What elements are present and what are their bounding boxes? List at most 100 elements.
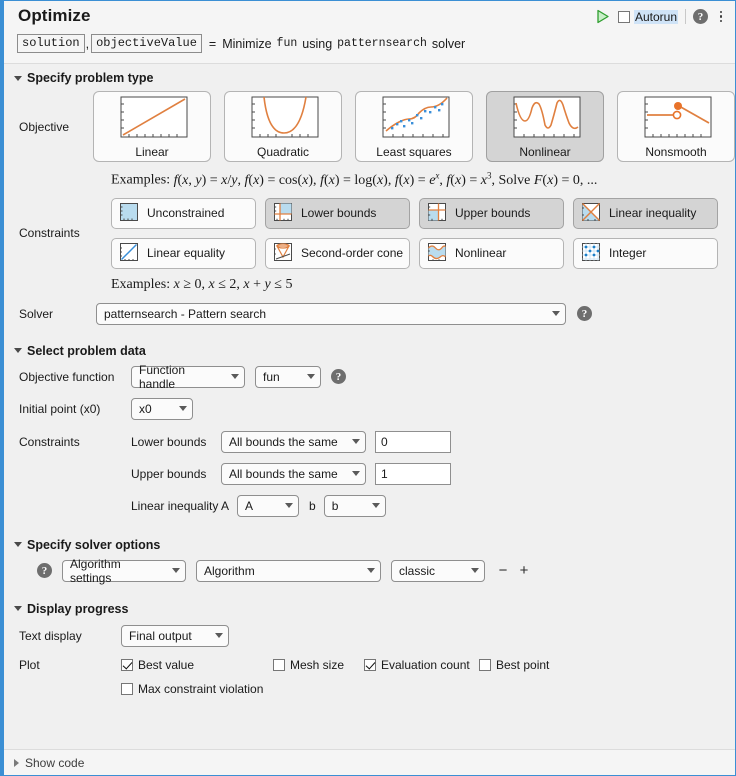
objective-function-value: fun bbox=[263, 369, 280, 384]
plot-checkbox-evaluation-count-box[interactable] bbox=[364, 658, 376, 671]
plot-checkbox-label: Max constraint violation bbox=[138, 681, 264, 696]
objective-tile-label: Nonlinear bbox=[519, 144, 571, 159]
option-group-dropdown[interactable]: Algorithm settings bbox=[62, 556, 186, 585]
objective-function-type-dropdown[interactable]: Function handle bbox=[131, 363, 245, 391]
autorun-checkbox[interactable]: Autorun bbox=[617, 9, 678, 24]
section-specify-problem-type[interactable]: Specify problem type bbox=[4, 64, 735, 87]
option-value-dropdown[interactable]: classic bbox=[391, 559, 485, 582]
plot-checkbox-best-value[interactable]: Best value bbox=[121, 658, 273, 672]
lower-bounds-input[interactable]: 0 bbox=[375, 430, 451, 453]
constraints-examples-formula: x ≥ 0, x ≤ 2, x + y ≤ 5 bbox=[173, 276, 293, 292]
summary-verb: Minimize bbox=[222, 36, 272, 51]
option-name-dropdown[interactable]: Algorithm bbox=[196, 559, 381, 582]
objective-examples-formula: f(x, y) = x/y, f(x) = cos(x), f(x) = log… bbox=[173, 170, 598, 188]
solver-row: Solver patternsearch - Pattern search ? bbox=[4, 302, 735, 325]
chevron-down-icon bbox=[215, 633, 223, 639]
plot-checkbox-best-value-box[interactable] bbox=[121, 658, 133, 671]
option-group-value: Algorithm settings bbox=[70, 556, 121, 585]
optimize-live-task: Optimize Autorun ? solution , objectiveV… bbox=[0, 0, 736, 776]
chevron-down-icon bbox=[285, 503, 294, 509]
initial-point-label: Initial point (x0) bbox=[19, 401, 101, 416]
plot-checkbox-best-point-box[interactable] bbox=[479, 658, 491, 671]
lower-bounds-mode-dropdown[interactable]: All bounds the same bbox=[221, 430, 366, 453]
initial-point-row: Initial point (x0) x0 bbox=[4, 397, 735, 420]
linear-inequality-b-value: b bbox=[331, 498, 339, 513]
section-display-progress[interactable]: Display progress bbox=[4, 595, 735, 618]
constraint-chip-unconstrained[interactable]: Unconstrained bbox=[111, 197, 256, 229]
summary-comma: , bbox=[85, 36, 90, 51]
objective-function-help-icon[interactable]: ? bbox=[331, 369, 346, 385]
objective-tile-nonsmooth[interactable]: Nonsmooth bbox=[617, 91, 735, 162]
run-triangle-icon[interactable] bbox=[594, 8, 611, 25]
constraint-chip-upper-bounds[interactable]: Upper bounds bbox=[419, 197, 564, 229]
constraint-chip-integer[interactable]: Integer bbox=[573, 237, 718, 269]
upper-bounds-row: Upper bounds All bounds the same 1 bbox=[4, 462, 735, 485]
linear-inequality-b-dropdown[interactable]: b bbox=[323, 494, 386, 517]
constraint-chip-second-order-cone[interactable]: Second-order cone bbox=[265, 237, 410, 269]
constraint-chip-label: Upper bounds bbox=[455, 206, 531, 221]
upper-bounds-input[interactable]: 1 bbox=[375, 462, 451, 485]
autorun-checkbox-box[interactable] bbox=[617, 10, 630, 23]
integer-icon bbox=[580, 242, 602, 264]
text-display-dropdown[interactable]: Final output bbox=[121, 624, 229, 647]
plot-options-row-2: Max constraint violation bbox=[4, 682, 735, 696]
section-label-display-progress: Display progress bbox=[27, 601, 129, 616]
objective-tile-least-squares[interactable]: Least squares bbox=[355, 91, 473, 162]
kebab-menu-icon[interactable] bbox=[715, 9, 727, 25]
upper-bounds-mode-value: All bounds the same bbox=[229, 466, 338, 481]
linear-inequality-A-dropdown[interactable]: A bbox=[237, 494, 300, 517]
objective-tile-linear[interactable]: Linear bbox=[93, 91, 211, 162]
constraint-chip-linear-equality[interactable]: Linear equality bbox=[111, 237, 256, 269]
plot-checkbox-mesh-size[interactable]: Mesh size bbox=[273, 658, 364, 672]
plot-checkbox-label: Mesh size bbox=[290, 657, 345, 672]
chevron-down-icon bbox=[14, 606, 22, 612]
chevron-down-icon bbox=[552, 311, 560, 317]
add-option-button[interactable]: + bbox=[517, 563, 531, 578]
objective-tile-nonlinear[interactable]: Nonlinear bbox=[486, 91, 604, 162]
chevron-down-icon bbox=[307, 374, 315, 380]
text-display-label: Text display bbox=[19, 628, 82, 643]
solver-dropdown[interactable]: patternsearch - Pattern search bbox=[96, 302, 566, 325]
constraint-chip-nonlinear[interactable]: Nonlinear bbox=[419, 237, 564, 269]
constraint-chip-label: Lower bounds bbox=[301, 206, 377, 221]
show-code-bar[interactable]: Show code bbox=[4, 749, 735, 775]
output-variable-solution[interactable]: solution bbox=[17, 34, 85, 53]
section-select-problem-data[interactable]: Select problem data bbox=[4, 337, 735, 360]
plot-checkbox-evaluation-count[interactable]: Evaluation count bbox=[364, 658, 479, 672]
summary-equals: = bbox=[208, 36, 217, 51]
task-header: Optimize Autorun ? solution , objectiveV… bbox=[4, 1, 735, 64]
plot-checkbox-best-point[interactable]: Best point bbox=[479, 658, 549, 672]
plot-checkbox-max-constraint-violation-box[interactable] bbox=[121, 682, 133, 695]
constraint-chip-linear-inequality[interactable]: Linear inequality bbox=[573, 197, 718, 229]
constraint-chip-label: Second-order cone bbox=[301, 246, 404, 261]
summary-using: using bbox=[302, 36, 333, 51]
plot-checkbox-mesh-size-box[interactable] bbox=[273, 658, 285, 671]
autorun-label: Autorun bbox=[633, 9, 678, 24]
constraint-chip-lower-bounds[interactable]: Lower bounds bbox=[265, 197, 410, 229]
objective-type-row: Objective Linear Quadratic Least squares… bbox=[4, 91, 735, 162]
constraint-type-row: Constraints Unconstrained Lower bounds U… bbox=[4, 197, 735, 269]
lower-bounds-row: Constraints Lower bounds All bounds the … bbox=[4, 430, 735, 453]
chevron-down-icon bbox=[371, 503, 380, 509]
plot-label: Plot bbox=[19, 657, 40, 672]
objective-label: Objective bbox=[19, 119, 70, 134]
header-divider bbox=[685, 9, 686, 24]
chevron-down-icon bbox=[14, 542, 22, 548]
objective-examples: Examples: f(x, y) = x/y, f(x) = cos(x), … bbox=[4, 170, 735, 189]
remove-option-button[interactable]: − bbox=[496, 563, 510, 578]
solver-help-icon[interactable]: ? bbox=[577, 306, 592, 322]
initial-point-dropdown[interactable]: x0 bbox=[131, 397, 193, 420]
output-variable-objectivevalue[interactable]: objectiveValue bbox=[91, 34, 202, 53]
objective-function-label: Objective function bbox=[19, 369, 115, 384]
solver-options-help-icon[interactable]: ? bbox=[37, 563, 52, 579]
nonlinear-constraint-icon bbox=[426, 242, 448, 264]
lower-bounds-mode-value: All bounds the same bbox=[229, 434, 338, 449]
help-icon[interactable]: ? bbox=[693, 9, 708, 24]
constraint-chip-label: Nonlinear bbox=[455, 246, 507, 261]
objective-tile-quadratic[interactable]: Quadratic bbox=[224, 91, 342, 162]
linear-inequality-icon bbox=[580, 202, 602, 224]
section-specify-solver-options[interactable]: Specify solver options bbox=[4, 531, 735, 554]
plot-checkbox-max-constraint-violation[interactable]: Max constraint violation bbox=[121, 682, 263, 696]
objective-function-value-dropdown[interactable]: fun bbox=[255, 365, 321, 388]
upper-bounds-mode-dropdown[interactable]: All bounds the same bbox=[221, 462, 366, 485]
